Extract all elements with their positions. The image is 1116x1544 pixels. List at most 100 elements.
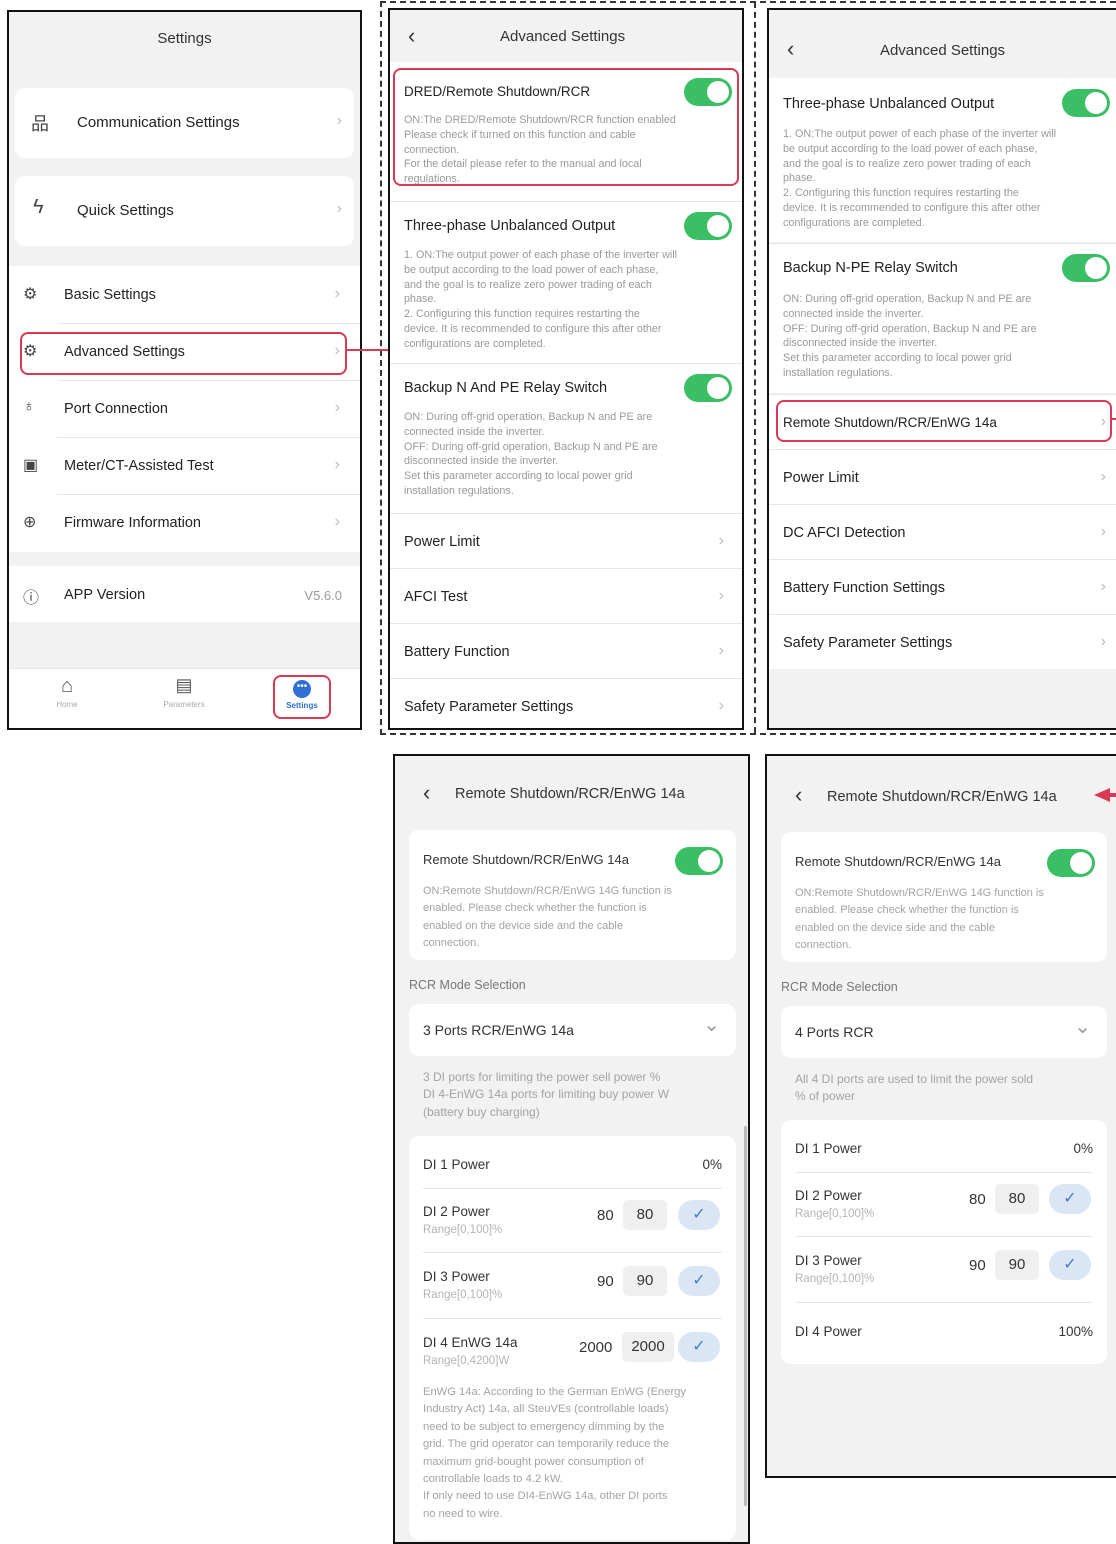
backup-relay-toggle[interactable] [1062, 254, 1110, 282]
backup-relay-section: Backup N-PE Relay Switch ON: During off-… [769, 243, 1116, 393]
desc-line: ON: During off-grid operation, Backup N … [404, 411, 653, 423]
row-afci-test[interactable]: AFCI Test › [390, 568, 742, 623]
list-item-port-connection[interactable]: ♁ Port Connection › [9, 380, 360, 437]
di1-value: 0% [1073, 1141, 1093, 1156]
di3-label: DI 3 Power [423, 1269, 490, 1284]
backup-relay-description: ON: During off-grid operation, Backup N … [404, 410, 738, 499]
di4-confirm-button[interactable]: ✓ [678, 1332, 720, 1362]
desc-line: configurations are completed. [783, 216, 925, 229]
di4-input[interactable]: 2000 [622, 1332, 674, 1362]
list-item-meter-test[interactable]: ▣ Meter/CT-Assisted Test › [9, 437, 360, 494]
remote-shutdown-screen-4ports: ‹ Remote Shutdown/RCR/EnWG 14a Remote Sh… [765, 754, 1116, 1478]
highlight-advanced-settings [20, 332, 347, 375]
chevron-right-icon: › [334, 399, 340, 416]
di2-input[interactable]: 80 [995, 1184, 1039, 1214]
network-icon: 品 [31, 114, 49, 134]
scrollbar[interactable] [744, 1126, 747, 1506]
nav-label: Settings [286, 701, 318, 710]
item-label: Basic Settings [64, 287, 156, 303]
chevron-right-icon: › [718, 697, 724, 714]
di2-confirm-button[interactable]: ✓ [678, 1200, 720, 1230]
desc-line: % of power [795, 1089, 856, 1104]
backup-relay-title: Backup N And PE Relay Switch [404, 380, 608, 396]
row-battery-function[interactable]: Battery Function › [390, 623, 742, 678]
mode-select[interactable]: 3 Ports RCR/EnWG 14a ⌄ [409, 1004, 736, 1056]
di3-confirm-button[interactable]: ✓ [678, 1266, 720, 1296]
chevron-right-icon: › [1100, 578, 1106, 595]
desc-line: connection. [423, 937, 480, 950]
chevron-right-icon: › [336, 112, 342, 129]
chevron-down-icon: ⌄ [703, 1014, 720, 1036]
nav-label: Home [56, 700, 78, 709]
note-line: no need to wire. [423, 1507, 503, 1520]
three-phase-toggle[interactable] [1062, 89, 1110, 117]
desc-line: 1. ON:The output power of each phase of … [783, 128, 1057, 140]
desc-line: ON:Remote Shutdown/RCR/EnWG 14G function… [795, 887, 1044, 899]
three-phase-section: Three-phase Unbalanced Output 1. ON:The … [769, 78, 1116, 242]
di2-range: Range[0,100]% [795, 1208, 875, 1220]
bottom-nav: ⌂ Home ▤ Parameters ••• Settings [9, 668, 360, 728]
di4-label: DI 4 EnWG 14a [423, 1335, 518, 1350]
di3-input[interactable]: 90 [995, 1250, 1039, 1280]
row-dc-afci[interactable]: DC AFCI Detection › [769, 504, 1116, 559]
upgrade-icon: ⊕ [23, 514, 37, 531]
advanced-settings-screen-a: ‹ Advanced Settings DRED/Remote Shutdown… [388, 8, 744, 730]
desc-line: connected inside the inverter. [404, 425, 545, 438]
list-item-basic-settings[interactable]: ⚙ Basic Settings › [9, 266, 360, 323]
backup-relay-description: ON: During off-grid operation, Backup N … [783, 292, 1116, 381]
nav-settings[interactable]: ••• Settings [273, 675, 331, 719]
desc-line: Set this parameter according to local po… [783, 352, 1012, 365]
row-power-limit[interactable]: Power Limit › [390, 513, 742, 568]
remote-shutdown-toggle[interactable] [1047, 849, 1095, 877]
remote-shutdown-toggle[interactable] [675, 847, 723, 875]
di3-input[interactable]: 90 [623, 1266, 667, 1296]
back-icon[interactable]: ‹ [423, 782, 430, 804]
desc-line: phase. [783, 172, 816, 185]
divider [423, 1188, 722, 1189]
di4-label: DI 4 Power [795, 1324, 862, 1339]
row-battery-function-settings[interactable]: Battery Function Settings › [769, 559, 1116, 614]
divider [423, 1252, 722, 1253]
desc-line: DI 4-EnWG 14a ports for limiting buy pow… [423, 1087, 670, 1102]
back-icon[interactable]: ‹ [795, 784, 802, 806]
chevron-right-icon: › [1100, 523, 1106, 540]
three-phase-toggle[interactable] [684, 212, 732, 240]
three-phase-section: Three-phase Unbalanced Output 1. ON:The … [390, 202, 742, 362]
nav-home[interactable]: ⌂ Home [37, 675, 97, 725]
row-label: AFCI Test [404, 589, 468, 605]
di4-current: 2000 [579, 1339, 613, 1356]
backup-relay-title: Backup N-PE Relay Switch [783, 260, 958, 276]
row-safety-parameter-settings[interactable]: Safety Parameter Settings › [769, 614, 1116, 669]
mode-select[interactable]: 4 Ports RCR ⌄ [781, 1006, 1107, 1058]
chevron-right-icon: › [718, 642, 724, 659]
settings-list: ⚙ Basic Settings › ⚙ Advanced Settings ›… [9, 266, 360, 552]
di3-current: 90 [597, 1273, 614, 1290]
list-item-firmware[interactable]: ⊕ Firmware Information › [9, 494, 360, 551]
card-communication-settings[interactable]: 品 Communication Settings › [15, 88, 354, 158]
row-safety-parameters[interactable]: Safety Parameter Settings › [390, 678, 742, 728]
di1-label: DI 1 Power [795, 1141, 862, 1156]
mode-description: All 4 DI ports are used to limit the pow… [795, 1071, 1095, 1106]
row-power-limit[interactable]: Power Limit › [769, 449, 1116, 504]
back-icon[interactable]: ‹ [408, 25, 415, 47]
card-quick-settings[interactable]: ϟ Quick Settings › [15, 176, 354, 246]
di3-confirm-button[interactable]: ✓ [1049, 1250, 1091, 1280]
backup-relay-toggle[interactable] [684, 374, 732, 402]
nav-parameters[interactable]: ▤ Parameters [154, 675, 214, 725]
desc-line: device. It is recommended to configure t… [783, 201, 1041, 214]
di2-confirm-button[interactable]: ✓ [1049, 1184, 1091, 1214]
chevron-right-icon: › [334, 456, 340, 473]
page-title: Settings [157, 30, 212, 47]
note-line: grid. The grid operator can temporarily … [423, 1438, 670, 1451]
desc-line: OFF: During off-grid operation, Backup N… [404, 440, 658, 453]
row-label: Power Limit [783, 470, 859, 486]
desc-line: disconnected inside the inverter. [783, 337, 938, 350]
di2-label: DI 2 Power [795, 1188, 862, 1203]
row-label: Battery Function Settings [783, 580, 945, 596]
di-settings-card: DI 1 Power 0% DI 2 Power Range[0,100]% 8… [781, 1120, 1107, 1364]
divider [423, 1318, 722, 1319]
di2-input[interactable]: 80 [623, 1200, 667, 1230]
chevron-right-icon: › [336, 200, 342, 217]
di1-value: 0% [702, 1157, 722, 1172]
group-divider [754, 2, 756, 733]
